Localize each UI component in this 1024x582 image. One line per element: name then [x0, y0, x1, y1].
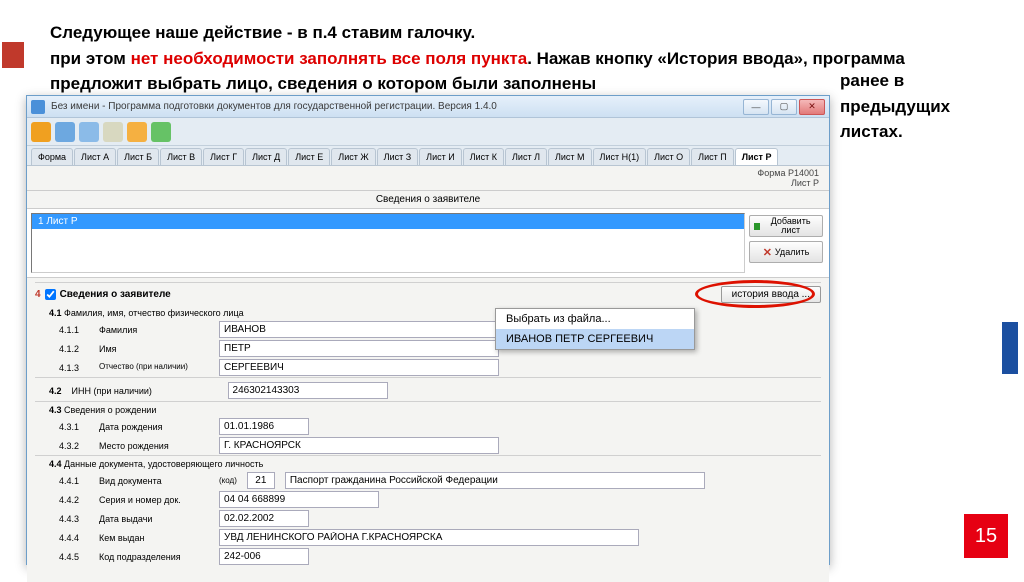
plus-icon: [754, 223, 760, 230]
slide-blue-accent: [1002, 322, 1018, 374]
group-number: 4: [35, 289, 41, 300]
field-444: 4.4.4 Кем выдан: [35, 528, 821, 547]
delete-sheet-button[interactable]: ✕ Удалить: [749, 241, 823, 263]
application-window: Без имени - Программа подготовки докумен…: [26, 95, 830, 565]
history-button[interactable]: история ввода ...: [721, 286, 821, 303]
group-42-row: 4.2 ИНН (при наличии): [35, 377, 821, 401]
folder-icon[interactable]: [31, 122, 51, 142]
group-4-checkbox[interactable]: [45, 289, 56, 300]
birthdate-input[interactable]: [219, 418, 309, 435]
tab-листм[interactable]: Лист М: [548, 148, 592, 165]
list-item[interactable]: 1 Лист Р: [32, 214, 744, 229]
copy-icon[interactable]: [79, 122, 99, 142]
toolbar: [27, 118, 829, 146]
group-43-header: 4.3 Сведения о рождении: [35, 401, 821, 417]
tab-листи[interactable]: Лист И: [419, 148, 462, 165]
tab-форма[interactable]: Форма: [31, 148, 73, 165]
form-header-bar: Форма Р14001 Лист Р: [27, 166, 829, 191]
tab-листг[interactable]: Лист Г: [203, 148, 244, 165]
list-buttons: Добавить лист ✕ Удалить: [749, 209, 829, 277]
sheet-list[interactable]: 1 Лист Р: [31, 213, 745, 273]
form-code: Форма Р14001: [757, 168, 819, 178]
app-icon: [31, 100, 45, 114]
add-sheet-button[interactable]: Добавить лист: [749, 215, 823, 237]
doc-code-input[interactable]: [247, 472, 275, 489]
section-title: Сведения о заявителе: [27, 191, 829, 209]
tab-листв[interactable]: Лист В: [160, 148, 202, 165]
window-controls: — ▢ ✕: [743, 99, 825, 115]
instruction-line1: Следующее наше действие - в п.4 ставим г…: [50, 23, 475, 42]
slide-instruction-text: Следующее наше действие - в п.4 ставим г…: [50, 20, 970, 97]
tab-листк[interactable]: Лист К: [463, 148, 504, 165]
name-input[interactable]: [219, 340, 499, 357]
sheet-code: Лист Р: [791, 178, 819, 188]
tab-листр[interactable]: Лист Р: [735, 148, 779, 165]
field-443: 4.4.3 Дата выдачи: [35, 509, 821, 528]
doc-type-input[interactable]: [285, 472, 705, 489]
instruction-highlight: нет необходимости заполнять все поля пун…: [131, 49, 528, 68]
field-413: 4.1.3 Отчество (при наличии): [35, 358, 821, 377]
tab-листж[interactable]: Лист Ж: [331, 148, 375, 165]
field-442: 4.4.2 Серия и номер док.: [35, 490, 821, 509]
tab-листо[interactable]: Лист О: [647, 148, 690, 165]
field-441: 4.4.1 Вид документа (код): [35, 471, 821, 490]
dropdown-item-person[interactable]: ИВАНОВ ПЕТР СЕРГЕЕВИЧ: [496, 329, 694, 349]
birthplace-input[interactable]: [219, 437, 499, 454]
field-431: 4.3.1 Дата рождения: [35, 417, 821, 436]
slide-side-text: ранее в предыдущих листах.: [840, 68, 1010, 145]
tab-листн(1)[interactable]: Лист Н(1): [593, 148, 647, 165]
group-4-header: 4 Сведения о заявителе история ввода ...: [35, 282, 821, 306]
field-445: 4.4.5 Код подразделения: [35, 547, 821, 566]
page-number-badge: 15: [964, 514, 1008, 558]
maximize-button[interactable]: ▢: [771, 99, 797, 115]
slide-accent-bar: [2, 42, 24, 68]
inn-input[interactable]: [228, 382, 388, 399]
field-411: 4.1.1 Фамилия: [35, 320, 821, 339]
doc-issuer-input[interactable]: [219, 529, 639, 546]
sun-icon[interactable]: [127, 122, 147, 142]
tab-листа[interactable]: Лист А: [74, 148, 116, 165]
mail-icon[interactable]: [103, 122, 123, 142]
tab-листп[interactable]: Лист П: [691, 148, 734, 165]
window-title: Без имени - Программа подготовки докумен…: [51, 101, 743, 112]
tab-листл[interactable]: Лист Л: [505, 148, 547, 165]
tab-листе[interactable]: Лист Е: [288, 148, 330, 165]
instruction-line2-pre: при этом: [50, 49, 131, 68]
group-44-header: 4.4 Данные документа, удостоверяющего ли…: [35, 455, 821, 471]
tab-листз[interactable]: Лист З: [377, 148, 419, 165]
history-dropdown[interactable]: Выбрать из файла... ИВАНОВ ПЕТР СЕРГЕЕВИ…: [495, 308, 695, 350]
tab-листд[interactable]: Лист Д: [245, 148, 287, 165]
patronymic-input[interactable]: [219, 359, 499, 376]
doc-dept-code-input[interactable]: [219, 548, 309, 565]
surname-input[interactable]: [219, 321, 499, 338]
group-41-header: 4.1 Фамилия, имя, отчество физического л…: [35, 306, 821, 320]
minimize-button[interactable]: —: [743, 99, 769, 115]
doc-date-input[interactable]: [219, 510, 309, 527]
x-icon: ✕: [763, 246, 772, 259]
gear-icon[interactable]: [151, 122, 171, 142]
form-body: 4 Сведения о заявителе история ввода ...…: [27, 278, 829, 582]
save-icon[interactable]: [55, 122, 75, 142]
doc-number-input[interactable]: [219, 491, 379, 508]
field-412: 4.1.2 Имя: [35, 339, 821, 358]
tab-листб[interactable]: Лист Б: [117, 148, 159, 165]
tab-bar: ФормаЛист АЛист БЛист ВЛист ГЛист ДЛист …: [27, 146, 829, 166]
dropdown-item-file[interactable]: Выбрать из файла...: [496, 309, 694, 329]
window-titlebar[interactable]: Без имени - Программа подготовки докумен…: [27, 96, 829, 118]
sheet-list-pane: 1 Лист Р Добавить лист ✕ Удалить: [27, 209, 829, 278]
group-4-label: Сведения о заявителе: [60, 289, 171, 300]
field-432: 4.3.2 Место рождения: [35, 436, 821, 455]
close-button[interactable]: ✕: [799, 99, 825, 115]
